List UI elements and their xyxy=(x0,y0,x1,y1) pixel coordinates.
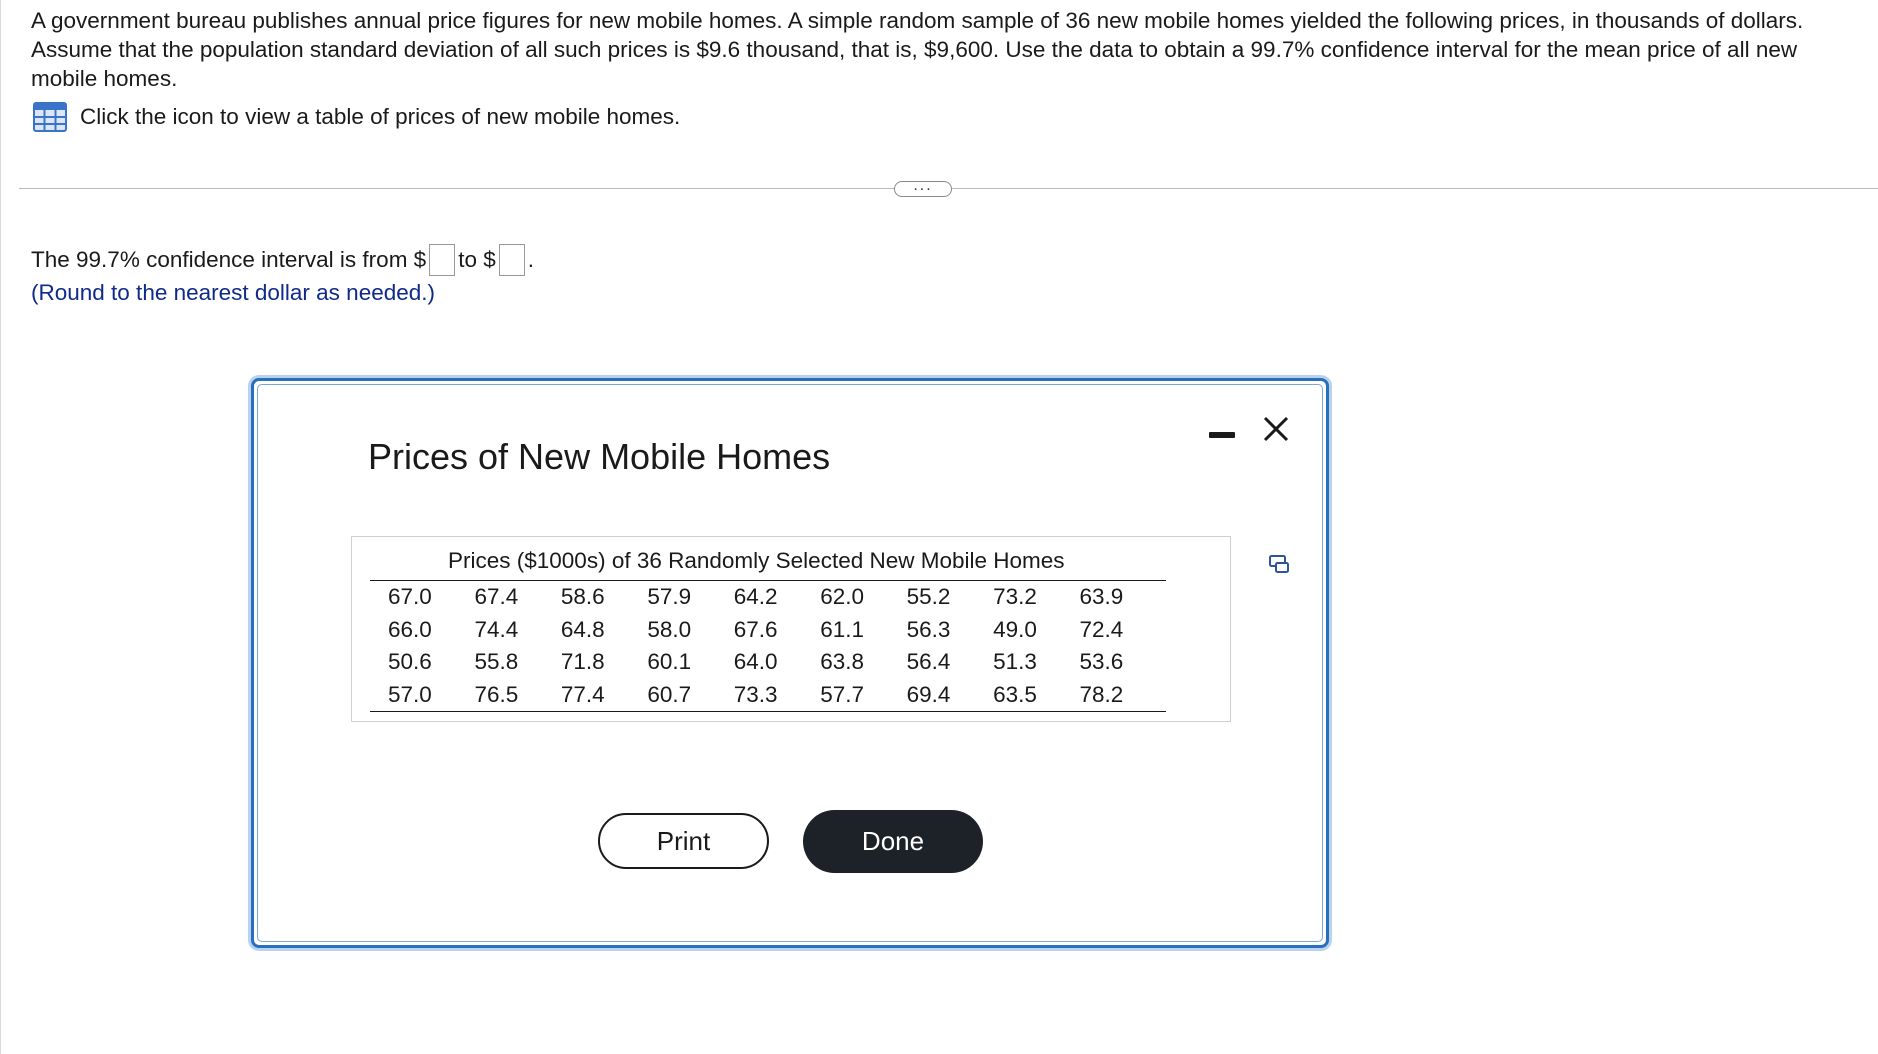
table-cell: 55.2 xyxy=(906,584,951,610)
table-cell: 60.1 xyxy=(647,649,692,675)
table-cell: 57.9 xyxy=(647,584,692,610)
ellipsis-icon: ... xyxy=(913,177,933,194)
table-row: 57.0 76.5 77.4 60.7 73.3 57.7 69.4 63.5 … xyxy=(370,679,1166,712)
answer-prefix: The 99.7% confidence interval is from $ xyxy=(31,247,427,272)
table-cell: 64.0 xyxy=(733,649,778,675)
page: A government bureau publishes annual pri… xyxy=(0,0,1878,1054)
table-cell: 58.0 xyxy=(647,616,692,642)
table-cell: 53.6 xyxy=(1079,649,1124,675)
table-cell: 56.4 xyxy=(906,649,951,675)
prices-table: 67.0 67.4 58.6 57.9 64.2 62.0 55.2 73.2 … xyxy=(370,580,1166,712)
table-cell: 57.7 xyxy=(820,681,864,707)
question-text: A government bureau publishes annual pri… xyxy=(31,8,1804,91)
table-grid-icon[interactable] xyxy=(33,102,67,132)
table-cell: 73.2 xyxy=(993,584,1037,610)
prices-dialog: Prices of New Mobile Homes Prices ($1000… xyxy=(251,378,1329,948)
table-cell: 64.8 xyxy=(560,616,605,642)
answer-suffix: . xyxy=(527,247,534,272)
minimize-icon[interactable] xyxy=(1209,432,1235,438)
table-cell: 71.8 xyxy=(560,649,605,675)
table-link-text[interactable]: Click the icon to view a table of prices… xyxy=(80,104,680,130)
table-cell: 62.0 xyxy=(820,584,864,610)
table-cell: 74.4 xyxy=(474,616,519,642)
table-cell: 78.2 xyxy=(1079,681,1124,707)
expand-more-button[interactable]: ... xyxy=(894,177,952,197)
table-cell: 56.3 xyxy=(906,616,951,642)
table-cell: 66.0 xyxy=(388,616,432,642)
table-cell: 67.6 xyxy=(733,616,778,642)
table-row: 66.0 74.4 64.8 58.0 67.6 61.1 56.3 49.0 … xyxy=(370,614,1166,647)
table-cell: 60.7 xyxy=(647,681,692,707)
table-cell: 67.4 xyxy=(474,584,519,610)
table-cell: 64.2 xyxy=(733,584,778,610)
table-cell: 61.1 xyxy=(820,616,864,642)
table-cell: 73.3 xyxy=(733,681,778,707)
table-link-row[interactable]: Click the icon to view a table of prices… xyxy=(33,101,680,133)
table-row: 50.6 55.8 71.8 60.1 64.0 63.8 56.4 51.3 … xyxy=(370,646,1166,679)
lower-bound-input[interactable] xyxy=(429,244,456,276)
table-cell: 50.6 xyxy=(388,649,432,675)
dialog-title: Prices of New Mobile Homes xyxy=(368,436,831,477)
table-cell: 69.4 xyxy=(906,681,951,707)
table-caption: Prices ($1000s) of 36 Randomly Selected … xyxy=(448,548,1065,573)
table-cell: 77.4 xyxy=(560,681,605,707)
table-cell: 76.5 xyxy=(474,681,519,707)
table-cell: 63.5 xyxy=(993,681,1037,707)
table-row: 67.0 67.4 58.6 57.9 64.2 62.0 55.2 73.2 … xyxy=(370,581,1166,614)
upper-bound-input[interactable] xyxy=(498,244,525,276)
table-cell: 49.0 xyxy=(993,616,1037,642)
table-cell: 51.3 xyxy=(993,649,1037,675)
answer-middle: to $ xyxy=(458,247,496,272)
copy-icon[interactable] xyxy=(1268,553,1290,575)
table-cell: 63.8 xyxy=(820,649,864,675)
done-button[interactable]: Done xyxy=(803,810,983,873)
print-button[interactable]: Print xyxy=(598,813,769,869)
rounding-hint: (Round to the nearest dollar as needed.) xyxy=(31,280,436,305)
answer-line: The 99.7% confidence interval is from $ … xyxy=(31,244,534,276)
table-cell: 72.4 xyxy=(1079,616,1124,642)
table-cell: 55.8 xyxy=(474,649,519,675)
table-cell: 67.0 xyxy=(388,584,432,610)
table-cell: 58.6 xyxy=(560,584,605,610)
close-icon[interactable] xyxy=(1259,412,1293,446)
table-cell: 63.9 xyxy=(1079,584,1124,610)
table-cell: 57.0 xyxy=(388,681,432,707)
